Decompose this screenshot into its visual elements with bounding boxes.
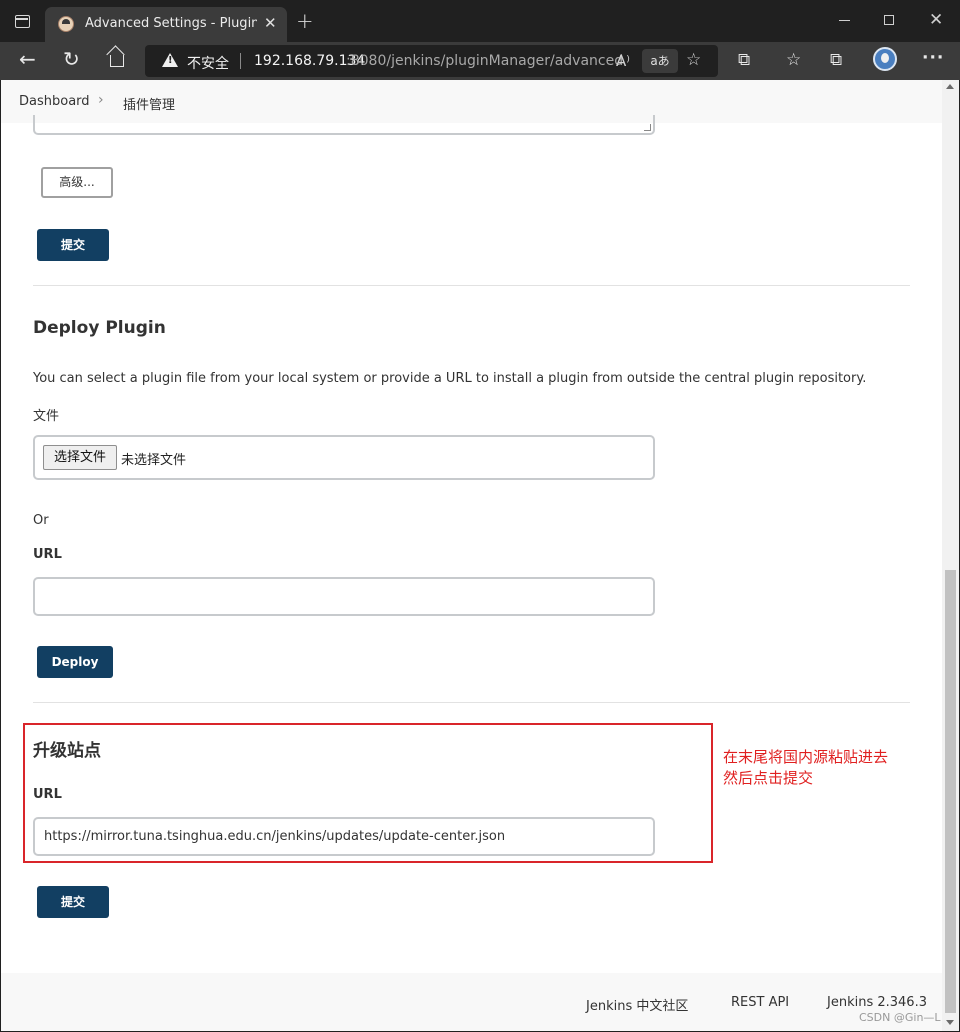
profile-avatar[interactable]: [873, 47, 897, 71]
warning-icon[interactable]: [162, 53, 178, 67]
scroll-down-icon[interactable]: [946, 1020, 954, 1025]
resize-grip-icon[interactable]: [644, 124, 651, 131]
deploy-button[interactable]: Deploy: [37, 646, 113, 678]
footer-rest-api-link[interactable]: REST API: [731, 995, 789, 1010]
browser-tab-active[interactable]: Advanced Settings - Plugin Manager ✕: [45, 7, 287, 42]
annotation-line-2: 然后点击提交: [723, 769, 814, 787]
vertical-scrollbar[interactable]: [942, 80, 959, 1031]
deploy-plugin-heading: Deploy Plugin: [33, 318, 166, 338]
deploy-description: You can select a plugin file from your l…: [33, 371, 867, 386]
extensions-icon[interactable]: ⧉: [738, 50, 750, 70]
url-path[interactable]: :8080/jenkins/pluginManager/advanced: [346, 53, 623, 69]
no-proxy-host-textarea[interactable]: [33, 115, 655, 135]
browser-toolbar: ← ↻ 不安全 192.168.79.134 :8080/jenkins/plu…: [0, 42, 960, 80]
update-site-url-label: URL: [33, 787, 62, 802]
csdn-watermark: CSDN @Gin—L: [859, 1011, 941, 1024]
add-favorite-icon[interactable]: ☆: [686, 50, 701, 70]
new-tab-button[interactable]: +: [296, 11, 314, 32]
window-close-button[interactable]: ✕: [929, 10, 943, 30]
tab-close-icon[interactable]: ✕: [264, 14, 277, 32]
footer-community-link[interactable]: Jenkins 中文社区: [586, 995, 688, 1014]
breadcrumb-dashboard[interactable]: Dashboard: [19, 94, 90, 109]
update-site-url-input[interactable]: https://mirror.tuna.tsinghua.edu.cn/jenk…: [33, 817, 655, 856]
file-input[interactable]: 选择文件 未选择文件: [33, 435, 655, 480]
title-bar: Advanced Settings - Plugin Manager ✕ + ✕: [0, 0, 960, 42]
file-status: 未选择文件: [121, 453, 187, 468]
file-label: 文件: [33, 409, 60, 424]
refresh-icon[interactable]: ↻: [63, 49, 80, 69]
deploy-url-input[interactable]: [33, 577, 655, 616]
back-arrow-icon[interactable]: ←: [19, 49, 36, 69]
home-icon[interactable]: [110, 55, 124, 67]
section-divider: [33, 285, 910, 286]
annotation-note: 在末尾将国内源粘贴进去 然后点击提交: [723, 747, 923, 789]
favorites-icon[interactable]: ☆: [786, 50, 801, 70]
window-maximize-button[interactable]: [884, 15, 894, 25]
footer-version-link[interactable]: Jenkins 2.346.3: [827, 995, 927, 1010]
jenkins-favicon-icon: [58, 16, 74, 32]
breadcrumb-chevron-icon: ›: [98, 92, 104, 108]
tab-title: Advanced Settings - Plugin Manager: [85, 16, 257, 31]
tab-actions-icon[interactable]: [15, 15, 30, 28]
proxy-submit-button[interactable]: 提交: [37, 229, 109, 261]
page-footer: Jenkins 中文社区 REST API Jenkins 2.346.3 CS…: [1, 973, 942, 1031]
or-label: Or: [33, 513, 49, 528]
scroll-up-icon[interactable]: [946, 84, 954, 89]
scrollbar-thumb[interactable]: [945, 570, 956, 1013]
section-divider: [33, 702, 910, 703]
more-menu-icon[interactable]: ···: [922, 48, 944, 68]
read-aloud-icon[interactable]: A⁾: [616, 52, 630, 70]
update-site-submit-button[interactable]: 提交: [37, 886, 109, 918]
advanced-button[interactable]: 高级...: [41, 167, 113, 198]
address-bar[interactable]: 不安全 192.168.79.134 :8080/jenkins/pluginM…: [145, 45, 718, 77]
choose-file-button[interactable]: 选择文件: [43, 445, 117, 470]
address-separator: [240, 53, 241, 69]
collections-icon[interactable]: ⧉: [830, 50, 842, 70]
translate-icon[interactable]: aあ: [642, 49, 678, 73]
page-viewport: Dashboard › 插件管理 高级... 提交 Deploy Plugin …: [1, 80, 959, 1031]
deploy-url-label: URL: [33, 547, 62, 562]
breadcrumb-plugin-manager[interactable]: 插件管理: [123, 94, 175, 113]
security-status[interactable]: 不安全: [187, 53, 229, 73]
annotation-line-1: 在末尾将国内源粘贴进去: [723, 748, 889, 766]
window-minimize-button[interactable]: [839, 20, 850, 21]
update-site-heading: 升级站点: [33, 741, 101, 761]
